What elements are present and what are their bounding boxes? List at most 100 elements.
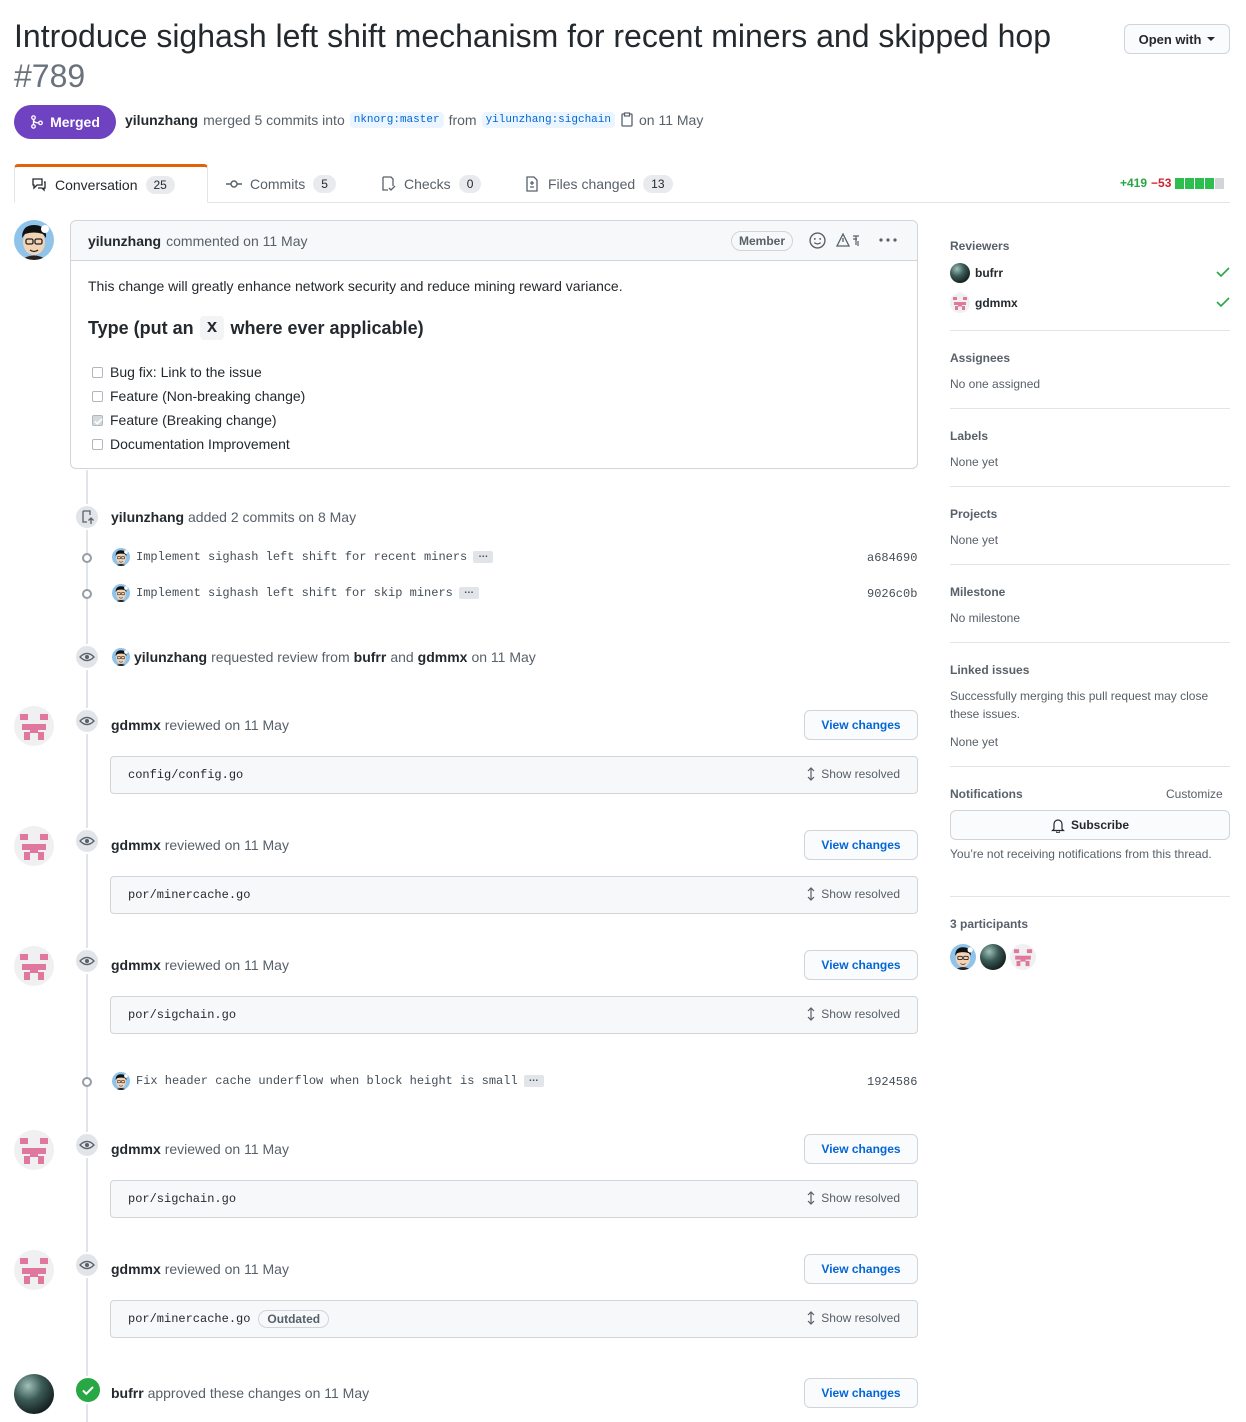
subscribe-button[interactable]: Subscribe xyxy=(950,810,1230,840)
projects-heading[interactable]: Projects xyxy=(950,507,997,521)
event-author[interactable]: gdmmx xyxy=(111,837,161,853)
avatar[interactable] xyxy=(14,706,54,746)
event-author[interactable]: gdmmx xyxy=(111,1141,161,1157)
reviewer-link[interactable]: bufrr xyxy=(354,649,387,665)
event-text[interactable]: reviewed on 11 May xyxy=(165,717,289,733)
author-link[interactable]: yilunzhang xyxy=(125,112,198,128)
event-author[interactable]: gdmmx xyxy=(111,1261,161,1277)
show-resolved-button[interactable]: Show resolved xyxy=(805,1191,900,1205)
reviewer-name[interactable]: bufrr xyxy=(975,266,1003,280)
reviewer-item[interactable]: gdmmx xyxy=(950,293,1018,313)
event-author[interactable]: gdmmx xyxy=(111,717,161,733)
avatar[interactable] xyxy=(14,1374,54,1414)
avatar[interactable] xyxy=(980,944,1006,970)
reviewer-link[interactable]: gdmmx xyxy=(418,649,468,665)
view-changes-button[interactable]: View changes xyxy=(804,1254,918,1284)
commit-sha[interactable]: a684690 xyxy=(867,551,917,565)
file-path[interactable]: por/minercache.go xyxy=(128,888,250,902)
review-event: gdmmx reviewed on 11 May xyxy=(111,837,289,853)
reviewer-item[interactable]: bufrr xyxy=(950,263,1003,283)
assignees-value: No one assigned xyxy=(950,377,1041,391)
smiley-icon[interactable] xyxy=(809,232,826,249)
view-changes-button[interactable]: View changes xyxy=(804,710,918,740)
comment-date[interactable]: commented on 11 May xyxy=(166,233,307,249)
file-path[interactable]: por/sigchain.go xyxy=(128,1008,236,1022)
event-author[interactable]: bufrr xyxy=(111,1385,144,1401)
show-resolved-label: Show resolved xyxy=(821,1311,900,1325)
view-changes-button[interactable]: View changes xyxy=(804,1378,918,1408)
customize-link[interactable]: Customize xyxy=(1166,785,1223,803)
event-text[interactable]: reviewed on 11 May xyxy=(165,957,289,973)
event-text[interactable]: reviewed on 11 May xyxy=(165,1141,289,1157)
checkbox[interactable] xyxy=(92,390,103,402)
checkbox[interactable] xyxy=(92,366,103,378)
event-text[interactable]: reviewed on 11 May xyxy=(165,1261,289,1277)
expand-commit-button[interactable]: … xyxy=(523,1074,544,1087)
tab-files-changed[interactable]: Files changed 13 xyxy=(524,164,673,203)
avatar[interactable] xyxy=(112,648,130,666)
tab-counter: 5 xyxy=(313,174,336,193)
file-path[interactable]: por/minercache.go xyxy=(128,1312,250,1326)
review-event: gdmmx reviewed on 11 May xyxy=(111,1261,289,1277)
view-changes-button[interactable]: View changes xyxy=(804,830,918,860)
file-path[interactable]: config/config.go xyxy=(128,768,243,782)
expand-commit-button[interactable]: … xyxy=(458,586,479,599)
expand-commit-button[interactable]: … xyxy=(473,550,494,563)
unfold-icon xyxy=(807,887,815,901)
show-resolved-button[interactable]: Show resolved xyxy=(805,767,900,781)
head-branch[interactable]: yilunzhang:sigchain xyxy=(481,112,615,128)
merged-label: Merged xyxy=(50,114,100,130)
avatar[interactable] xyxy=(14,826,54,866)
reviewer-name[interactable]: gdmmx xyxy=(975,296,1018,310)
commit-sha[interactable]: 9026c0b xyxy=(867,587,917,601)
event-author[interactable]: yilunzhang xyxy=(134,649,207,665)
open-with-button[interactable]: Open with xyxy=(1124,24,1230,54)
reviewers-heading[interactable]: Reviewers xyxy=(950,239,1009,253)
commit-message[interactable]: Implement sighash left shift for recent … xyxy=(136,550,467,564)
event-author[interactable]: gdmmx xyxy=(111,957,161,973)
avatar[interactable] xyxy=(950,944,976,970)
avatar[interactable] xyxy=(14,1250,54,1290)
assignees-heading[interactable]: Assignees xyxy=(950,351,1010,365)
task-label: Feature (Non-breaking change) xyxy=(110,388,306,404)
avatar[interactable] xyxy=(112,1072,130,1090)
review-badge xyxy=(74,828,100,854)
avatar[interactable] xyxy=(14,1130,54,1170)
deletions-count: −53 xyxy=(1151,176,1172,190)
tab-checks[interactable]: Checks 0 xyxy=(380,164,482,203)
event-text[interactable]: approved these changes on 11 May xyxy=(148,1385,370,1401)
event-text[interactable]: reviewed on 11 May xyxy=(165,837,289,853)
avatar[interactable] xyxy=(14,220,54,260)
avatar[interactable] xyxy=(1010,944,1036,970)
tab-commits[interactable]: Commits 5 xyxy=(226,164,336,203)
report-icon[interactable] xyxy=(836,233,864,248)
eye-icon xyxy=(79,716,95,726)
kebab-horizontal-icon[interactable] xyxy=(879,238,897,242)
review-event: gdmmx reviewed on 11 May xyxy=(111,717,289,733)
comment-author[interactable]: yilunzhang xyxy=(88,233,161,249)
commit-sha[interactable]: 1924586 xyxy=(867,1075,917,1089)
avatar[interactable] xyxy=(14,946,54,986)
labels-heading[interactable]: Labels xyxy=(950,429,988,443)
milestone-heading[interactable]: Milestone xyxy=(950,585,1005,599)
linked-issues-heading[interactable]: Linked issues xyxy=(950,663,1029,677)
view-changes-button[interactable]: View changes xyxy=(804,950,918,980)
show-resolved-button[interactable]: Show resolved xyxy=(805,887,900,901)
checkbox[interactable] xyxy=(92,438,103,450)
tab-conversation[interactable]: Conversation 25 xyxy=(14,164,208,203)
review-badge xyxy=(74,1132,100,1158)
avatar xyxy=(950,263,970,283)
commit-message[interactable]: Fix header cache underflow when block he… xyxy=(136,1074,518,1088)
copy-icon[interactable] xyxy=(620,112,634,128)
avatar[interactable] xyxy=(112,548,130,566)
view-changes-button[interactable]: View changes xyxy=(804,1134,918,1164)
checkbox-checked[interactable] xyxy=(92,414,103,426)
file-path[interactable]: por/sigchain.go xyxy=(128,1192,236,1206)
base-branch[interactable]: nknorg:master xyxy=(349,112,444,128)
event-author[interactable]: yilunzhang xyxy=(111,509,184,525)
show-resolved-button[interactable]: Show resolved xyxy=(805,1311,900,1325)
avatar[interactable] xyxy=(112,584,130,602)
commit-message[interactable]: Implement sighash left shift for skip mi… xyxy=(136,586,453,600)
event-date[interactable]: on 11 May xyxy=(471,649,535,665)
show-resolved-button[interactable]: Show resolved xyxy=(805,1007,900,1021)
